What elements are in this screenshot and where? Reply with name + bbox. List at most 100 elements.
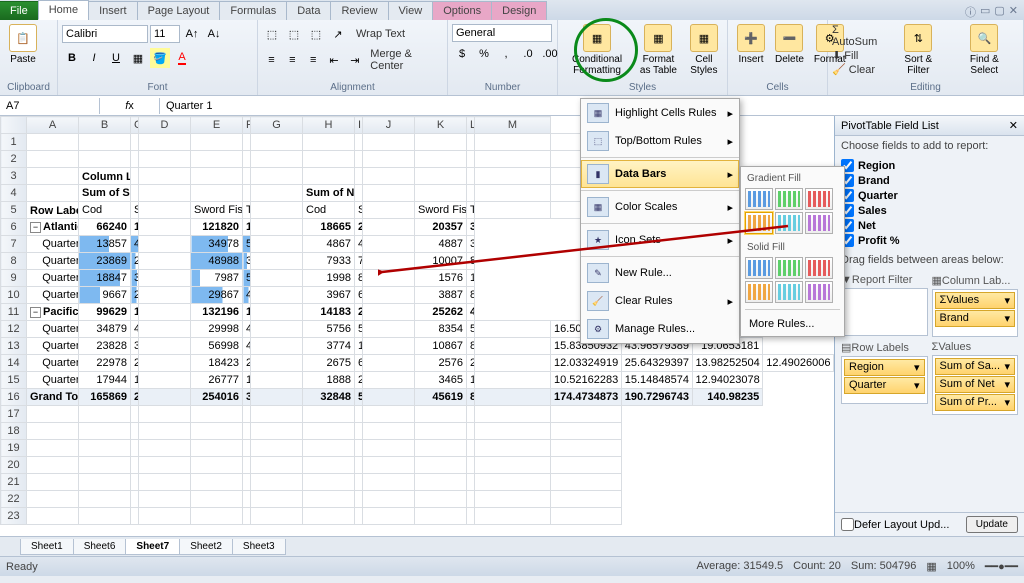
area-vals-box[interactable]: Sum of Sa...▾ Sum of Net▾ Sum of Pr...▾ [932, 355, 1019, 415]
view-normal-icon[interactable]: ▦ [926, 560, 936, 573]
autosum[interactable]: Σ AutoSum [832, 24, 887, 48]
insert-cells-button[interactable]: ➕Insert [732, 22, 770, 67]
mi-newrule[interactable]: ✎New Rule... [581, 259, 739, 287]
pill-region[interactable]: Region▾ [844, 359, 925, 376]
pill-sum-net[interactable]: Sum of Net▾ [935, 376, 1016, 393]
fill[interactable]: ⬇ Fill [832, 49, 887, 62]
swatch-solid-red[interactable] [805, 257, 833, 279]
fx-icon[interactable]: fx [125, 100, 134, 112]
wrap-text[interactable]: Wrap Text [356, 28, 405, 40]
swatch-solid-orange[interactable] [745, 281, 773, 303]
tab-page-layout[interactable]: Page Layout [137, 1, 221, 20]
sheet-tab-sheet3[interactable]: Sheet3 [232, 539, 286, 555]
swatch-grad-purple[interactable] [805, 212, 833, 234]
currency-icon[interactable]: $ [452, 44, 472, 64]
tab-options[interactable]: Options [432, 1, 492, 20]
maximize-icon[interactable]: ▢ [994, 4, 1004, 20]
tab-design[interactable]: Design [491, 1, 547, 20]
number-format[interactable] [452, 24, 552, 42]
swatch-solid-cyan[interactable] [775, 281, 803, 303]
align-top-icon[interactable]: ⬚ [262, 24, 282, 44]
swatch-grad-red[interactable] [805, 188, 833, 210]
comma-icon[interactable]: , [496, 44, 516, 64]
field-profit %[interactable]: Profit % [841, 233, 1018, 248]
align-bot-icon[interactable]: ⬚ [306, 24, 326, 44]
sheet-tab-sheet6[interactable]: Sheet6 [73, 539, 127, 555]
tab-review[interactable]: Review [330, 1, 388, 20]
mi-clear[interactable]: 🧹Clear Rules▸ [581, 287, 739, 315]
find-select-button[interactable]: 🔍Find & Select [950, 22, 1019, 78]
mi-highlight[interactable]: ▦Highlight Cells Rules▸ [581, 99, 739, 127]
swatch-solid-green[interactable] [775, 257, 803, 279]
paste-button[interactable]: 📋Paste [4, 22, 42, 67]
area-cols-box[interactable]: Σ Values▾ Brand▾ [932, 289, 1019, 337]
sheet-tab-sheet7[interactable]: Sheet7 [125, 539, 180, 555]
italic-icon[interactable]: I [84, 48, 104, 68]
pill-brand[interactable]: Brand▾ [935, 310, 1016, 327]
tab-insert[interactable]: Insert [88, 1, 138, 20]
swatch-solid-blue[interactable] [745, 257, 773, 279]
tab-file[interactable]: File [0, 1, 39, 20]
merge-center[interactable]: Merge & Center [370, 48, 443, 72]
mi-iconsets[interactable]: ★Icon Sets▸ [581, 226, 739, 254]
pill-values[interactable]: Σ Values▾ [935, 292, 1016, 309]
pill-sum-pr[interactable]: Sum of Pr...▾ [935, 394, 1016, 411]
align-right-icon[interactable]: ≡ [304, 50, 323, 70]
mi-manage[interactable]: ⚙Manage Rules... [581, 315, 739, 343]
field-sales[interactable]: Sales [841, 203, 1018, 218]
update-button[interactable]: Update [966, 516, 1018, 533]
clear[interactable]: 🧹 Clear [832, 63, 887, 76]
swatch-grad-green[interactable] [775, 188, 803, 210]
field-region[interactable]: Region [841, 158, 1018, 173]
area-report-box[interactable] [841, 288, 928, 336]
font-color-icon[interactable]: A [172, 48, 192, 68]
align-center-icon[interactable]: ≡ [283, 50, 302, 70]
close-icon[interactable]: ✕ [1009, 4, 1018, 20]
inc-dec-icon[interactable]: .0 [518, 44, 538, 64]
mi-topbottom[interactable]: ⬚Top/Bottom Rules▸ [581, 127, 739, 155]
swatch-solid-purple[interactable] [805, 281, 833, 303]
panel-close-icon[interactable]: ✕ [1009, 119, 1018, 132]
defer-checkbox[interactable] [841, 518, 854, 531]
indent-dec-icon[interactable]: ⇤ [325, 50, 344, 70]
underline-icon[interactable]: U [106, 48, 126, 68]
sheet-tab-sheet2[interactable]: Sheet2 [179, 539, 233, 555]
pill-sum-sa[interactable]: Sum of Sa...▾ [935, 358, 1016, 375]
field-quarter[interactable]: Quarter [841, 188, 1018, 203]
cell-styles-button[interactable]: ▦Cell Styles [685, 22, 723, 78]
fill-color-icon[interactable]: 🪣 [150, 48, 170, 68]
swatch-grad-cyan[interactable] [775, 212, 803, 234]
font-name[interactable] [62, 25, 148, 43]
grow-font-icon[interactable]: A↑ [182, 24, 202, 44]
sheet-tab-sheet1[interactable]: Sheet1 [20, 539, 74, 555]
shrink-font-icon[interactable]: A↓ [204, 24, 224, 44]
percent-icon[interactable]: % [474, 44, 494, 64]
conditional-formatting-button[interactable]: ▦Conditional Formatting [562, 22, 632, 78]
sub-more-rules[interactable]: More Rules... [745, 316, 840, 332]
align-mid-icon[interactable]: ⬚ [284, 24, 304, 44]
bold-icon[interactable]: B [62, 48, 82, 68]
tab-formulas[interactable]: Formulas [219, 1, 287, 20]
tab-data[interactable]: Data [286, 1, 331, 20]
align-left-icon[interactable]: ≡ [262, 50, 281, 70]
delete-cells-button[interactable]: ➖Delete [770, 22, 809, 67]
help-icon[interactable]: ⓘ [965, 4, 976, 20]
tab-view[interactable]: View [388, 1, 434, 20]
indent-inc-icon[interactable]: ⇥ [345, 50, 364, 70]
dec-dec-icon[interactable]: .00 [540, 44, 560, 64]
mi-databars[interactable]: ▮Data Bars▸ [581, 160, 739, 188]
orientation-icon[interactable]: ↗ [328, 24, 348, 44]
swatch-grad-blue[interactable] [745, 188, 773, 210]
format-as-table-button[interactable]: ▦Format as Table [632, 22, 685, 78]
name-box[interactable]: A7 [0, 98, 100, 114]
field-net[interactable]: Net [841, 218, 1018, 233]
sort-filter-button[interactable]: ⇅Sort & Filter [887, 22, 950, 78]
swatch-grad-orange[interactable] [745, 212, 773, 234]
tab-home[interactable]: Home [38, 0, 89, 20]
field-brand[interactable]: Brand [841, 173, 1018, 188]
zoom-slider[interactable]: ━━●━━ [985, 560, 1018, 573]
minimize-icon[interactable]: ▭ [980, 4, 990, 20]
area-rows-box[interactable]: Region▾ Quarter▾ [841, 356, 928, 404]
mi-colorscales[interactable]: ▦Color Scales▸ [581, 193, 739, 221]
pill-quarter[interactable]: Quarter▾ [844, 377, 925, 394]
